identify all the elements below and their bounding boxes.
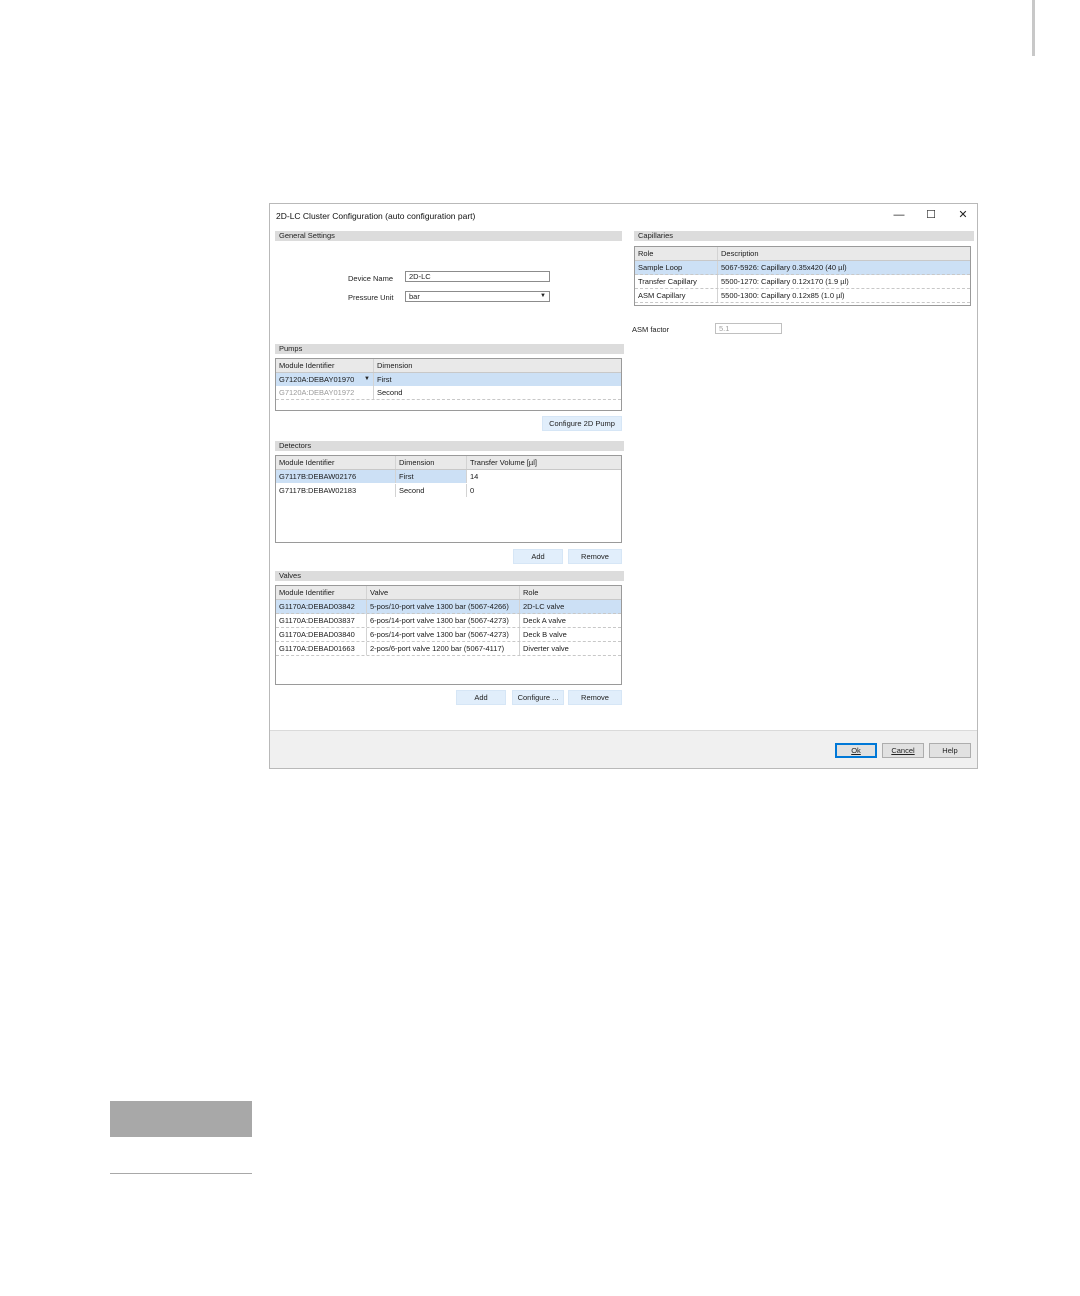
table-header-row: Role Description [635, 247, 970, 261]
general-settings-header: General Settings [275, 231, 622, 241]
cell-role: Deck A valve [523, 616, 566, 625]
detectors-table: Module Identifier Dimension Transfer Vol… [275, 455, 622, 543]
cell-transfer-volume[interactable]: 14 [467, 470, 621, 483]
table-row[interactable]: G7120A:DEBAY01972 Second [276, 386, 621, 400]
add-detector-button[interactable]: Add [513, 549, 563, 564]
pumps-table: Module Identifier Dimension G7120A:DEBAY… [275, 358, 622, 411]
cell-module: G1170A:DEBAD03842 [276, 600, 367, 613]
table-row[interactable]: Transfer Capillary 5500-1270: Capillary … [635, 275, 970, 289]
asm-factor-input[interactable]: 5.1 [715, 323, 782, 334]
cell-module: G1170A:DEBAD03837 [276, 614, 367, 627]
pressure-unit-label: Pressure Unit [348, 293, 394, 302]
column-header: Description [721, 249, 759, 258]
column-header: Role [635, 247, 718, 260]
cell-dimension: Second [377, 388, 403, 397]
cell-text: G7120A:DEBAY01970 [279, 375, 355, 384]
page-edge-bar [1032, 0, 1035, 56]
table-header-row: Module Identifier Dimension Transfer Vol… [276, 456, 621, 470]
cell-role: Transfer Capillary [635, 275, 718, 288]
ok-label: Ok [851, 746, 861, 755]
cell-module: G7117B:DEBAW02183 [276, 484, 396, 497]
cell-description: 5500-1270: Capillary 0.12x170 (1.9 µl) [721, 277, 849, 286]
cell-valve: 6-pos/14-port valve 1300 bar (5067-4273) [367, 628, 520, 641]
table-row[interactable]: G7120A:DEBAY01970 ▼ First [276, 373, 621, 386]
table-row[interactable]: G1170A:DEBAD03842 5-pos/10-port valve 13… [276, 600, 621, 614]
cell-role: 2D-LC valve [523, 602, 565, 611]
pumps-header: Pumps [275, 344, 624, 354]
cluster-configuration-dialog: 2D-LC Cluster Configuration (auto config… [269, 203, 978, 769]
table-row[interactable]: ASM Capillary 5500-1300: Capillary 0.12x… [635, 289, 970, 303]
cell-module: G7120A:DEBAY01972 [276, 386, 374, 399]
pump-module-combo[interactable]: G7120A:DEBAY01970 ▼ [276, 373, 374, 386]
cell-module: G1170A:DEBAD03840 [276, 628, 367, 641]
table-header-row: Module Identifier Dimension [276, 359, 621, 373]
cell-dimension: Second [396, 484, 467, 497]
valves-header: Valves [275, 571, 624, 581]
table-header-row: Module Identifier Valve Role [276, 586, 621, 600]
cancel-button[interactable]: Cancel [882, 743, 924, 758]
maximize-button[interactable]: ☐ [924, 208, 938, 222]
close-button[interactable]: ✕ [956, 208, 970, 222]
cell-description: 5500-1300: Capillary 0.12x85 (1.0 µl) [721, 291, 845, 300]
valves-table: Module Identifier Valve Role G1170A:DEBA… [275, 585, 622, 685]
cell-dimension: First [396, 470, 467, 483]
ok-button[interactable]: Ok [835, 743, 877, 758]
cell-valve: 6-pos/14-port valve 1300 bar (5067-4273) [367, 614, 520, 627]
cell-valve: 2-pos/6-port valve 1200 bar (5067-4117) [367, 642, 520, 655]
remove-detector-button[interactable]: Remove [568, 549, 622, 564]
cell-description: 5067-5926: Capillary 0.35x420 (40 µl) [721, 263, 847, 272]
column-header: Module Identifier [276, 456, 396, 469]
cell-module: G1170A:DEBAD01663 [276, 642, 367, 655]
pressure-unit-select[interactable]: bar ▼ [405, 291, 550, 302]
pressure-unit-value: bar [409, 292, 420, 301]
cell-dimension: First [377, 375, 392, 384]
cell-transfer-volume[interactable]: 0 [467, 484, 621, 497]
column-header: Module Identifier [276, 359, 374, 372]
chevron-down-icon: ▼ [364, 376, 370, 382]
help-button[interactable]: Help [929, 743, 971, 758]
cell-role: Deck B valve [523, 630, 567, 639]
device-name-input[interactable]: 2D-LC [405, 271, 550, 282]
margin-gray-block [110, 1101, 252, 1137]
device-name-label: Device Name [348, 274, 394, 283]
configure-valve-button[interactable]: Configure ... [512, 690, 564, 705]
capillaries-table: Role Description Sample Loop 5067-5926: … [634, 246, 971, 306]
cell-role: Sample Loop [635, 261, 718, 274]
table-row[interactable]: G1170A:DEBAD03840 6-pos/14-port valve 13… [276, 628, 621, 642]
cell-valve: 5-pos/10-port valve 1300 bar (5067-4266) [367, 600, 520, 613]
table-row[interactable]: G7117B:DEBAW02183 Second 0 [276, 484, 621, 497]
cancel-label: Cancel [891, 746, 915, 755]
column-header: Module Identifier [276, 586, 367, 599]
minimize-button[interactable]: — [892, 208, 906, 222]
asm-factor-label: ASM factor [632, 325, 670, 334]
chevron-down-icon: ▼ [540, 293, 546, 299]
detectors-header: Detectors [275, 441, 624, 451]
column-header: Role [523, 588, 539, 597]
configure-2d-pump-button[interactable]: Configure 2D Pump [542, 416, 622, 431]
dialog-footer: Ok Cancel Help [270, 730, 977, 768]
column-header: Dimension [396, 456, 467, 469]
table-row[interactable]: Sample Loop 5067-5926: Capillary 0.35x42… [635, 261, 970, 275]
column-header: Dimension [377, 361, 413, 370]
table-row[interactable]: G7117B:DEBAW02176 First 14 [276, 470, 621, 483]
capillaries-header: Capillaries [634, 231, 974, 241]
dialog-title: 2D-LC Cluster Configuration (auto config… [276, 211, 476, 221]
table-row[interactable]: G1170A:DEBAD01663 2-pos/6-port valve 120… [276, 642, 621, 656]
remove-valve-button[interactable]: Remove [568, 690, 622, 705]
cell-role: ASM Capillary [635, 289, 718, 302]
cell-module: G7117B:DEBAW02176 [276, 470, 396, 483]
column-header: Valve [367, 586, 520, 599]
table-row[interactable]: G1170A:DEBAD03837 6-pos/14-port valve 13… [276, 614, 621, 628]
cell-role: Diverter valve [523, 644, 569, 653]
column-header: Transfer Volume [µl] [470, 458, 537, 467]
add-valve-button[interactable]: Add [456, 690, 506, 705]
margin-divider [110, 1173, 252, 1174]
